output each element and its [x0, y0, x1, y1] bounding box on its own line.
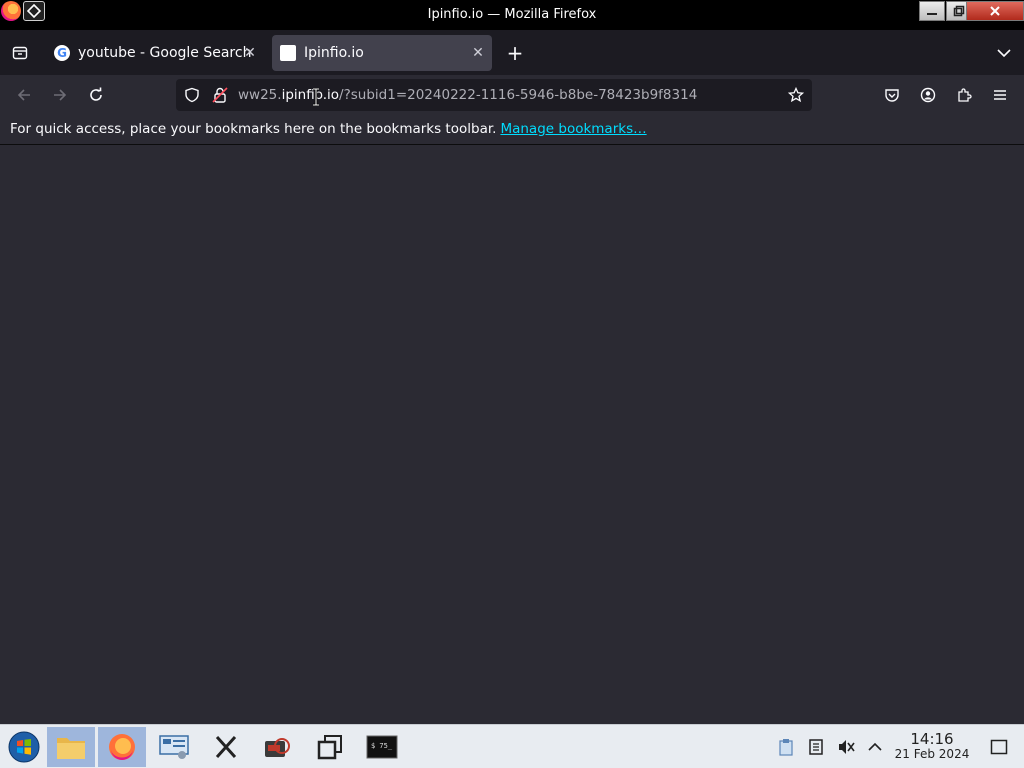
firefox-view-icon [12, 46, 28, 60]
bookmarks-empty-message: For quick access, place your bookmarks h… [10, 121, 647, 137]
manage-bookmarks-link[interactable]: Manage bookmarks… [500, 121, 646, 137]
taskbar: $ 75_ 14:16 21 Feb 2024 [0, 724, 1024, 768]
system-settings-taskbar-button[interactable] [150, 727, 198, 767]
file-manager-taskbar-button[interactable] [47, 727, 95, 767]
bookmark-page-button[interactable] [788, 87, 804, 103]
minimize-icon [927, 13, 937, 15]
restore-icon [953, 5, 965, 17]
address-bar[interactable]: ww25.ipinfio.io/?subid1=20240222-1116-59… [176, 79, 812, 111]
back-button[interactable] [12, 83, 36, 107]
text-cursor-icon [313, 88, 319, 106]
clock-date: 21 Feb 2024 [894, 747, 970, 761]
clipboard-tray-icon[interactable] [776, 737, 796, 757]
terminal-icon: $ 75_ [366, 735, 398, 759]
chevron-down-icon [997, 49, 1011, 58]
close-tab-button[interactable]: ✕ [470, 45, 486, 61]
x-logo-icon [215, 735, 237, 759]
show-hidden-icons-button[interactable] [865, 737, 885, 757]
chevron-up-icon [868, 742, 882, 751]
folder-icon [57, 738, 85, 759]
window-titlebar[interactable]: Ipinfio.io — Mozilla Firefox [0, 0, 1024, 30]
url-text[interactable]: ww25.ipinfio.io/?subid1=20240222-1116-59… [238, 87, 697, 103]
bookmarks-hint-text: For quick access, place your bookmarks h… [10, 121, 497, 137]
tab-label: youtube - Google Search [78, 45, 252, 61]
firefox-view-button[interactable] [10, 44, 30, 62]
new-tab-button[interactable]: + [505, 41, 525, 65]
app-menu-button[interactable] [988, 83, 1012, 107]
hamburger-menu-icon [994, 90, 1006, 100]
control-panel-icon [159, 735, 189, 759]
notification-center-button[interactable] [989, 737, 1009, 757]
url-prefix: ww25. [238, 87, 282, 103]
reload-icon [90, 87, 102, 101]
account-icon [920, 87, 936, 103]
tab-ipinfio[interactable]: Ipinfio.io ✕ [272, 35, 492, 71]
volume-tray-icon[interactable] [836, 737, 856, 757]
navigation-toolbar: ww25.ipinfio.io/?subid1=20240222-1116-59… [0, 75, 1024, 115]
reload-button[interactable] [84, 83, 108, 107]
list-all-tabs-button[interactable] [994, 44, 1014, 62]
firefox-taskbar-button[interactable] [98, 727, 146, 767]
window-switcher-taskbar-button[interactable] [306, 727, 354, 767]
forward-button[interactable] [48, 83, 72, 107]
close-icon [990, 6, 1000, 16]
arrow-right-icon [54, 89, 67, 101]
star-icon [788, 87, 804, 103]
clock-time: 14:16 [910, 730, 954, 748]
start-orb-icon [8, 731, 40, 763]
blank-page-icon [280, 45, 296, 61]
arrow-left-icon [17, 89, 30, 101]
minimize-button[interactable] [919, 1, 945, 21]
account-button[interactable] [916, 83, 940, 107]
close-window-button[interactable] [966, 1, 1024, 21]
xorg-app-taskbar-button[interactable] [202, 727, 250, 767]
google-g-icon: G [54, 45, 70, 61]
window-title: Ipinfio.io — Mozilla Firefox [427, 7, 597, 22]
start-menu-button[interactable] [0, 727, 48, 767]
shield-icon [185, 87, 199, 103]
insecure-lock-icon [212, 87, 228, 103]
close-tab-button[interactable]: ✕ [242, 45, 258, 61]
extensions-button[interactable] [952, 83, 976, 107]
url-host: ipinfio.io [281, 87, 340, 103]
pocket-icon [885, 89, 899, 102]
notes-tray-icon[interactable] [806, 737, 826, 757]
url-path: /?subid1=20240222-1116-5946-b8be-78423b9… [339, 87, 698, 103]
document-icon [809, 739, 823, 755]
firefox-icon [109, 734, 135, 760]
pocket-button[interactable] [880, 83, 904, 107]
puzzle-icon [958, 88, 972, 102]
media-app-taskbar-button[interactable] [253, 727, 301, 767]
notification-icon [990, 739, 1008, 755]
bookmarks-toolbar: For quick access, place your bookmarks h… [0, 115, 1024, 145]
speaker-muted-icon [839, 740, 855, 754]
taskbar-clock[interactable]: 14:16 21 Feb 2024 [892, 731, 972, 761]
media-player-icon [265, 738, 290, 757]
clipboard-icon [779, 739, 793, 756]
tab-label: Ipinfio.io [304, 45, 364, 61]
svg-text:$ 75_: $ 75_ [371, 742, 393, 750]
connection-info-button[interactable] [212, 87, 228, 103]
windows-stack-icon [317, 735, 342, 760]
tab-strip: G youtube - Google Search ✕ Ipinfio.io ✕… [0, 30, 1024, 75]
tab-google-search[interactable]: G youtube - Google Search ✕ [48, 35, 264, 71]
terminal-taskbar-button[interactable]: $ 75_ [358, 727, 406, 767]
tracking-protection-button[interactable] [184, 87, 200, 103]
page-content[interactable] [0, 145, 1024, 724]
